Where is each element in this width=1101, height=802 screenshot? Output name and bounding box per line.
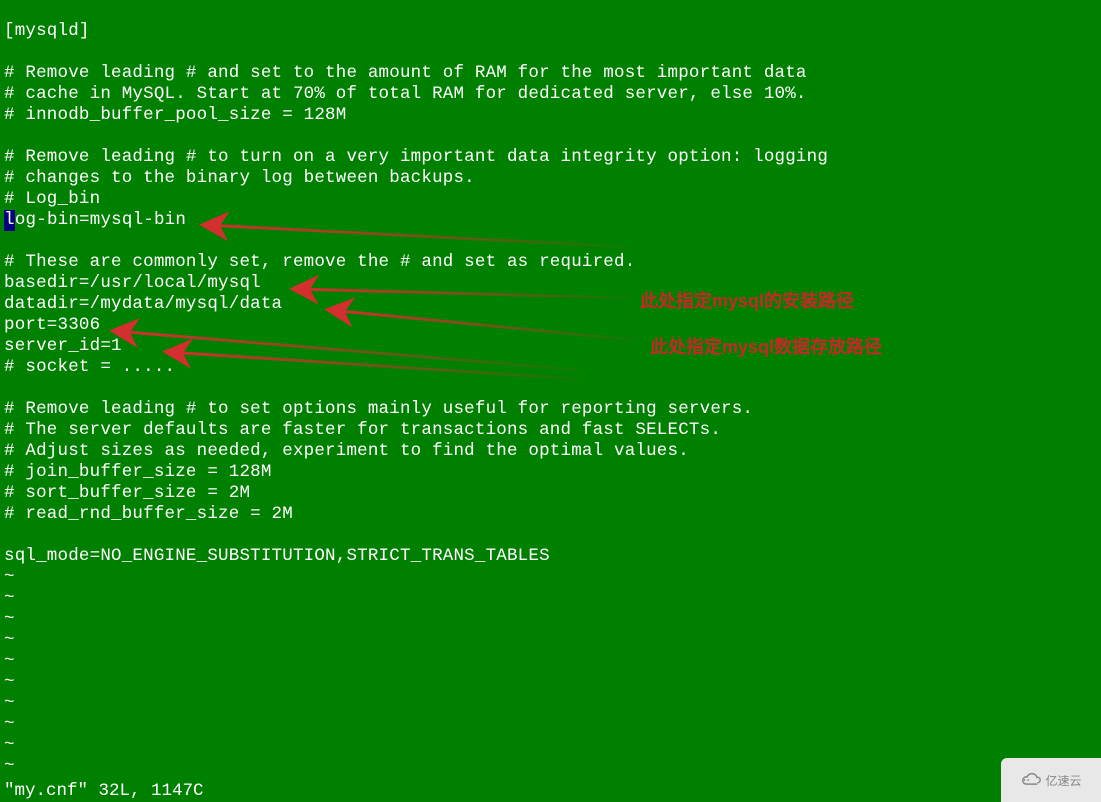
- vim-tilde: ~: [0, 693, 1101, 714]
- vim-tilde: ~: [0, 588, 1101, 609]
- editor-line: # read_rnd_buffer_size = 2M: [0, 504, 1101, 525]
- editor-text: og-bin=mysql-bin: [15, 210, 186, 230]
- editor-line: sql_mode=NO_ENGINE_SUBSTITUTION,STRICT_T…: [0, 546, 1101, 567]
- editor-line: # Remove leading # to set options mainly…: [0, 399, 1101, 420]
- editor-line: # Log_bin: [0, 189, 1101, 210]
- editor-line: # Remove leading # to turn on a very imp…: [0, 147, 1101, 168]
- vim-tilde: ~: [0, 735, 1101, 756]
- watermark-text: 亿速云: [1045, 772, 1081, 789]
- editor-line: # cache in MySQL. Start at 70% of total …: [0, 84, 1101, 105]
- editor-line: [0, 126, 1101, 147]
- editor-line: # Adjust sizes as needed, experiment to …: [0, 441, 1101, 462]
- editor-line: # socket = .....: [0, 357, 1101, 378]
- editor-line: # join_buffer_size = 128M: [0, 462, 1101, 483]
- editor-line: # Remove leading # and set to the amount…: [0, 63, 1101, 84]
- cursor-block: l: [4, 210, 15, 231]
- editor-line: # These are commonly set, remove the # a…: [0, 252, 1101, 273]
- vim-tilde: ~: [0, 672, 1101, 693]
- watermark-badge: 亿速云: [1001, 758, 1101, 802]
- editor-line: basedir=/usr/local/mysql: [0, 273, 1101, 294]
- vim-tilde: ~: [0, 567, 1101, 588]
- editor-line: # The server defaults are faster for tra…: [0, 420, 1101, 441]
- editor-line-cursor: log-bin=mysql-bin: [0, 210, 1101, 231]
- editor-line: # changes to the binary log between back…: [0, 168, 1101, 189]
- vim-tilde: ~: [0, 609, 1101, 630]
- editor-line: [0, 42, 1101, 63]
- vim-tilde: ~: [0, 714, 1101, 735]
- editor-line: [0, 0, 1101, 21]
- vim-status-line: "my.cnf" 32L, 1147C: [4, 781, 204, 802]
- vim-tilde: ~: [0, 630, 1101, 651]
- editor-line: server_id=1: [0, 336, 1101, 357]
- vim-tilde: ~: [0, 651, 1101, 672]
- vim-tilde: ~: [0, 756, 1101, 777]
- editor-line: [0, 231, 1101, 252]
- editor-line: [0, 525, 1101, 546]
- editor-line: [mysqld]: [0, 21, 1101, 42]
- editor-line: [0, 378, 1101, 399]
- cloud-icon: [1020, 771, 1042, 789]
- editor-line: # innodb_buffer_pool_size = 128M: [0, 105, 1101, 126]
- editor-line: datadir=/mydata/mysql/data: [0, 294, 1101, 315]
- editor-line: # sort_buffer_size = 2M: [0, 483, 1101, 504]
- terminal-editor[interactable]: [mysqld] # Remove leading # and set to t…: [0, 0, 1101, 802]
- editor-line: port=3306: [0, 315, 1101, 336]
